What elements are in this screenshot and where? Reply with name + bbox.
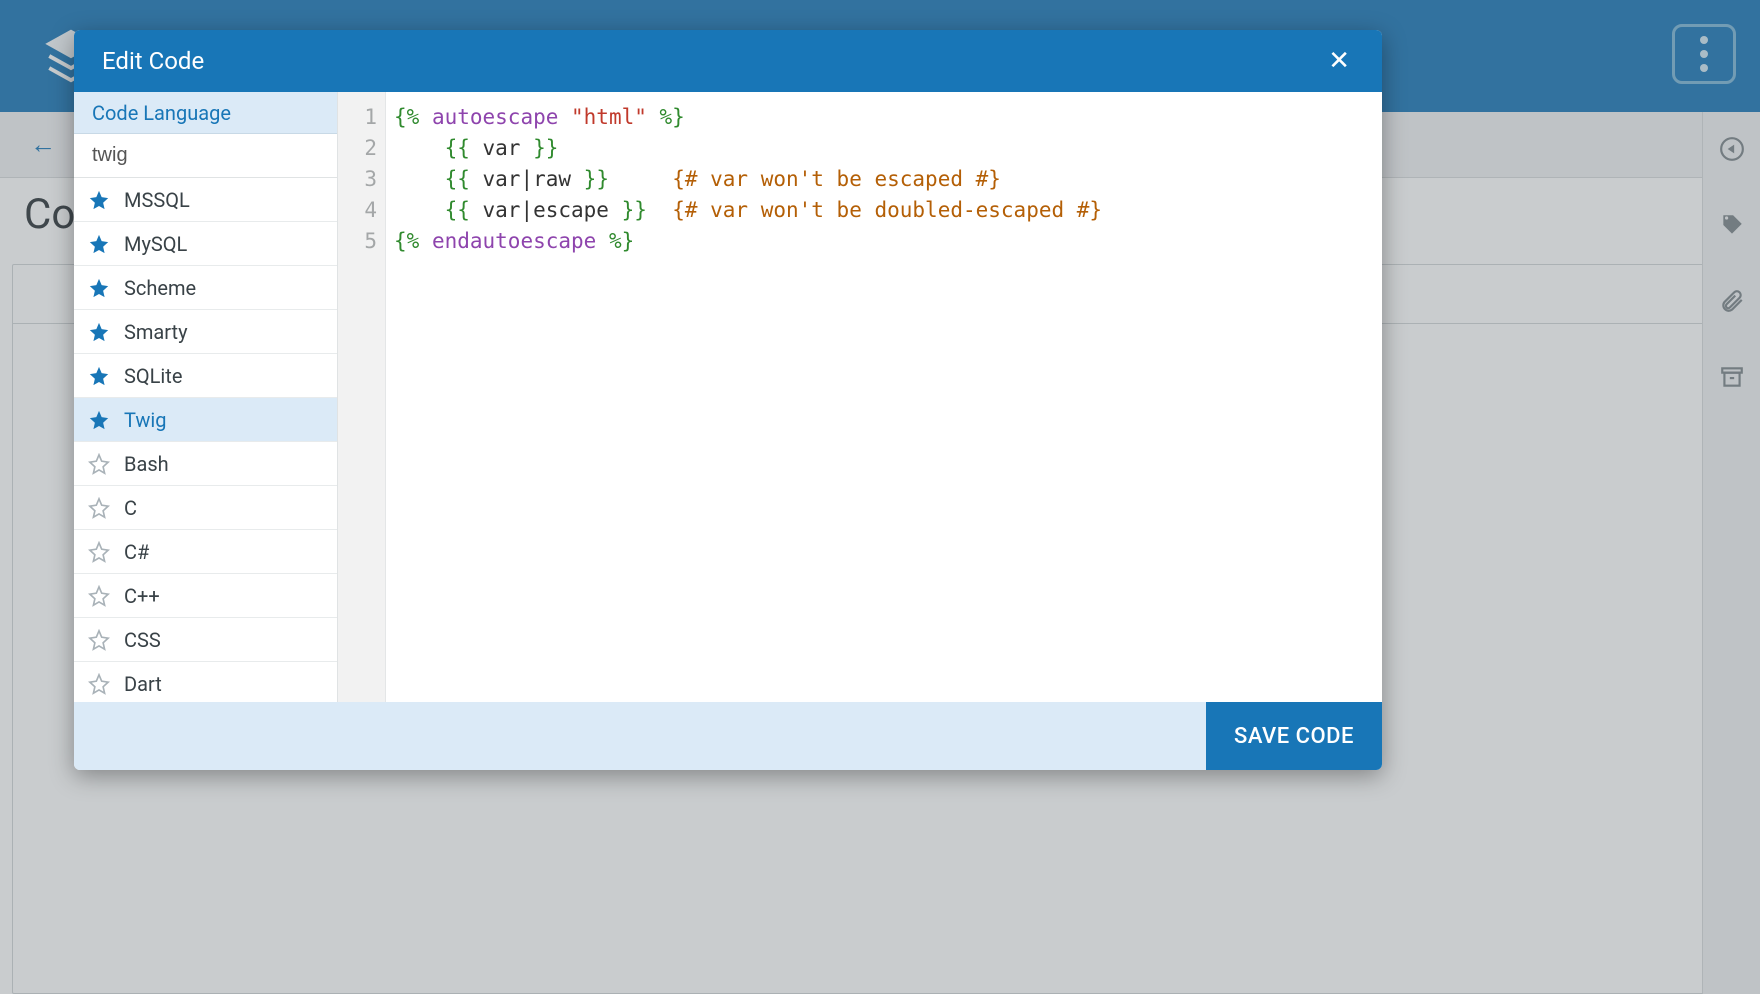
code-token: "html": [571, 105, 647, 129]
language-item-label: Smarty: [124, 320, 188, 344]
language-item-scheme[interactable]: Scheme: [74, 266, 337, 310]
language-search-input[interactable]: [74, 134, 337, 178]
language-item-label: Dart: [124, 672, 162, 696]
language-item-mssql[interactable]: MSSQL: [74, 178, 337, 222]
close-icon[interactable]: ✕: [1320, 42, 1358, 80]
modal-overlay[interactable]: Edit Code ✕ Code Language MSSQL MySQL Sche…: [0, 0, 1760, 994]
code-line[interactable]: {% autoescape "html" %}: [394, 102, 1382, 133]
line-number: 4: [338, 195, 377, 226]
star-outline-icon[interactable]: [88, 629, 110, 651]
code-token: var: [483, 136, 521, 160]
code-token: %}: [647, 105, 685, 129]
code-token: {{: [445, 198, 483, 222]
code-editor[interactable]: 12345 {% autoescape "html" %} {{ var }} …: [338, 92, 1382, 702]
language-item-label: Scheme: [124, 276, 196, 300]
star-outline-icon[interactable]: [88, 585, 110, 607]
code-token: var|escape: [483, 198, 609, 222]
language-item-twig[interactable]: Twig: [74, 398, 337, 442]
language-item-sqlite[interactable]: SQLite: [74, 354, 337, 398]
dialog-header: Edit Code ✕: [74, 30, 1382, 92]
code-token: {%: [394, 105, 432, 129]
language-item-label: MSSQL: [124, 188, 190, 212]
language-sidebar: Code Language MSSQL MySQL Scheme Smarty SQLi…: [74, 92, 338, 702]
language-item-c[interactable]: C#: [74, 530, 337, 574]
language-list[interactable]: MSSQL MySQL Scheme Smarty SQLite Twig Bash C C# C…: [74, 178, 337, 702]
star-filled-icon[interactable]: [88, 409, 110, 431]
language-item-label: C: [124, 496, 137, 520]
code-token: var|raw: [483, 167, 572, 191]
language-item-dart[interactable]: Dart: [74, 662, 337, 702]
editor-code-area[interactable]: {% autoescape "html" %} {{ var }} {{ var…: [386, 92, 1382, 702]
code-line[interactable]: {{ var }}: [394, 133, 1382, 164]
language-item-label: C++: [124, 584, 160, 608]
code-token: {{: [445, 136, 483, 160]
dialog-title: Edit Code: [102, 47, 204, 75]
language-item-label: SQLite: [124, 364, 182, 388]
code-token: [394, 167, 445, 191]
edit-code-dialog: Edit Code ✕ Code Language MSSQL MySQL Sche…: [74, 30, 1382, 770]
line-number: 2: [338, 133, 377, 164]
star-outline-icon[interactable]: [88, 541, 110, 563]
code-token: }}: [520, 136, 558, 160]
star-filled-icon[interactable]: [88, 321, 110, 343]
code-token: {%: [394, 229, 432, 253]
sidebar-title: Code Language: [74, 92, 337, 134]
language-item-mysql[interactable]: MySQL: [74, 222, 337, 266]
line-number: 3: [338, 164, 377, 195]
code-token: {# var won't be escaped #}: [672, 167, 1001, 191]
star-filled-icon[interactable]: [88, 365, 110, 387]
code-token: {{: [445, 167, 483, 191]
star-filled-icon[interactable]: [88, 277, 110, 299]
code-token: [609, 167, 672, 191]
language-item-label: MySQL: [124, 232, 187, 256]
code-token: %}: [596, 229, 634, 253]
code-line[interactable]: {{ var|escape }} {# var won't be doubled…: [394, 195, 1382, 226]
language-item-label: C#: [124, 540, 149, 564]
star-filled-icon[interactable]: [88, 189, 110, 211]
code-token: endautoescape: [432, 229, 596, 253]
line-number: 5: [338, 226, 377, 257]
star-outline-icon[interactable]: [88, 497, 110, 519]
code-token: autoescape: [432, 105, 571, 129]
language-item-css[interactable]: CSS: [74, 618, 337, 662]
language-item-c[interactable]: C++: [74, 574, 337, 618]
code-token: [647, 198, 672, 222]
language-item-label: Bash: [124, 452, 169, 476]
star-outline-icon[interactable]: [88, 673, 110, 695]
line-number: 1: [338, 102, 377, 133]
save-code-button[interactable]: SAVE CODE: [1206, 702, 1382, 770]
language-item-label: Twig: [124, 408, 167, 432]
editor-gutter: 12345: [338, 92, 386, 702]
code-line[interactable]: {{ var|raw }} {# var won't be escaped #}: [394, 164, 1382, 195]
code-token: }}: [609, 198, 647, 222]
language-item-bash[interactable]: Bash: [74, 442, 337, 486]
code-line[interactable]: {% endautoescape %}: [394, 226, 1382, 257]
language-item-c[interactable]: C: [74, 486, 337, 530]
language-item-smarty[interactable]: Smarty: [74, 310, 337, 354]
star-filled-icon[interactable]: [88, 233, 110, 255]
star-outline-icon[interactable]: [88, 453, 110, 475]
dialog-footer: SAVE CODE: [74, 702, 1382, 770]
code-token: }}: [571, 167, 609, 191]
code-token: [394, 136, 445, 160]
code-token: [394, 198, 445, 222]
code-token: {# var won't be doubled-escaped #}: [672, 198, 1102, 222]
language-item-label: CSS: [124, 628, 161, 652]
